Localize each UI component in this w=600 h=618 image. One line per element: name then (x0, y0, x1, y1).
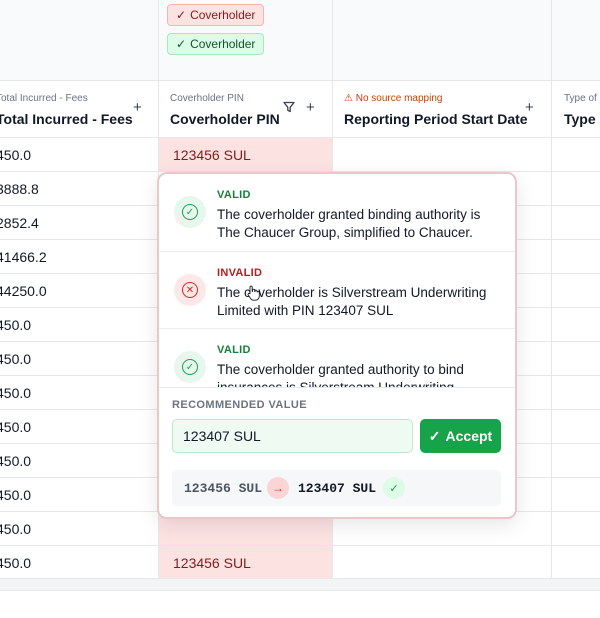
total-incurred-cell[interactable]: 450.0 (0, 453, 31, 469)
row-divider (0, 80, 600, 81)
warning-icon: ⚠ (344, 93, 353, 104)
column-subtitle: Total Incurred - Fees (0, 93, 88, 104)
coverholder-pin-cell[interactable]: 123456 SUL (173, 147, 251, 163)
coverholder-valid-tag[interactable]: ✓ Coverholder (167, 33, 265, 55)
recommended-value-label: RECOMMENDED VALUE (172, 399, 307, 411)
column-header-row (0, 80, 600, 137)
tag-label: Coverholder (190, 8, 256, 22)
column-title-reporting-period[interactable]: Reporting Period Start Date (344, 111, 528, 127)
old-value: 123456 SUL (184, 480, 263, 496)
check-icon: ✓ (176, 37, 187, 51)
validation-item: ✕ INVALID The coverholder is Silverstrea… (159, 251, 515, 329)
validation-text: The coverholder is Silverstream Underwri… (217, 285, 487, 318)
plus-icon[interactable]: + (133, 100, 142, 115)
column-title-type[interactable]: Type o (564, 111, 600, 127)
total-incurred-cell[interactable]: 450.0 (0, 147, 31, 163)
valid-check-icon: ✓ (174, 351, 206, 383)
validation-item: ✓ VALID The coverholder granted authorit… (159, 328, 515, 388)
plus-icon[interactable]: + (525, 100, 534, 115)
recommended-value-section: RECOMMENDED VALUE ✓ Accept 123456 SUL → … (159, 387, 515, 517)
validation-status: VALID (217, 189, 251, 201)
plus-icon[interactable]: + (306, 100, 315, 115)
column-subtitle: Type of (564, 93, 597, 104)
warning-text: No source mapping (355, 93, 443, 104)
total-incurred-cell[interactable]: 450.0 (0, 385, 31, 401)
validation-status: VALID (217, 344, 251, 356)
footer-divider (0, 590, 600, 591)
total-incurred-cell[interactable]: 450.0 (0, 317, 31, 333)
validation-text: The coverholder granted binding authorit… (217, 207, 481, 240)
value-diff: 123456 SUL → 123407 SUL ✓ (172, 470, 501, 506)
invalid-x-icon: ✕ (174, 274, 206, 306)
new-value: 123407 SUL (298, 480, 377, 496)
row-divider (0, 137, 600, 138)
validation-popover: ✓ VALID The coverholder granted binding … (157, 172, 517, 519)
total-incurred-cell[interactable]: 450.0 (0, 351, 31, 367)
check-icon: ✓ (383, 477, 405, 499)
filter-icon[interactable] (283, 101, 295, 116)
validation-status: INVALID (217, 267, 263, 279)
column-subtitle: Coverholder PIN (170, 93, 244, 104)
check-icon: ✓ (428, 427, 441, 444)
total-incurred-cell[interactable]: 3888.8 (0, 181, 39, 197)
coverholder-invalid-tag[interactable]: ✓ Coverholder (167, 4, 265, 26)
grid-top-summary (0, 0, 600, 80)
total-incurred-cell[interactable]: 450.0 (0, 555, 31, 571)
total-incurred-cell[interactable]: 2852.4 (0, 215, 39, 231)
check-icon: ✓ (176, 8, 187, 22)
total-incurred-cell[interactable]: 450.0 (0, 521, 31, 537)
accept-button[interactable]: ✓ Accept (420, 419, 501, 453)
recommended-value-input[interactable] (172, 419, 413, 453)
validation-text: The coverholder granted authority to bin… (217, 362, 464, 388)
total-incurred-cell[interactable]: 41466.2 (0, 249, 47, 265)
column-divider (551, 0, 552, 578)
arrow-right-icon: → (267, 477, 289, 499)
column-title-coverholder-pin[interactable]: Coverholder PIN (170, 111, 280, 127)
total-incurred-cell[interactable]: 450.0 (0, 487, 31, 503)
hand-cursor-icon (247, 285, 260, 301)
validation-item: ✓ VALID The coverholder granted binding … (159, 174, 515, 251)
total-incurred-cell[interactable]: 450.0 (0, 419, 31, 435)
coverholder-pin-cell[interactable]: 123456 SUL (173, 555, 251, 571)
column-title-total-incurred[interactable]: Total Incurred - Fees (0, 111, 133, 127)
valid-check-icon: ✓ (174, 196, 206, 228)
row-divider (0, 545, 600, 546)
accept-label: Accept (445, 428, 493, 444)
column-warning: ⚠ No source mapping (344, 93, 442, 104)
total-incurred-cell[interactable]: 44250.0 (0, 283, 47, 299)
tag-label: Coverholder (190, 37, 256, 51)
